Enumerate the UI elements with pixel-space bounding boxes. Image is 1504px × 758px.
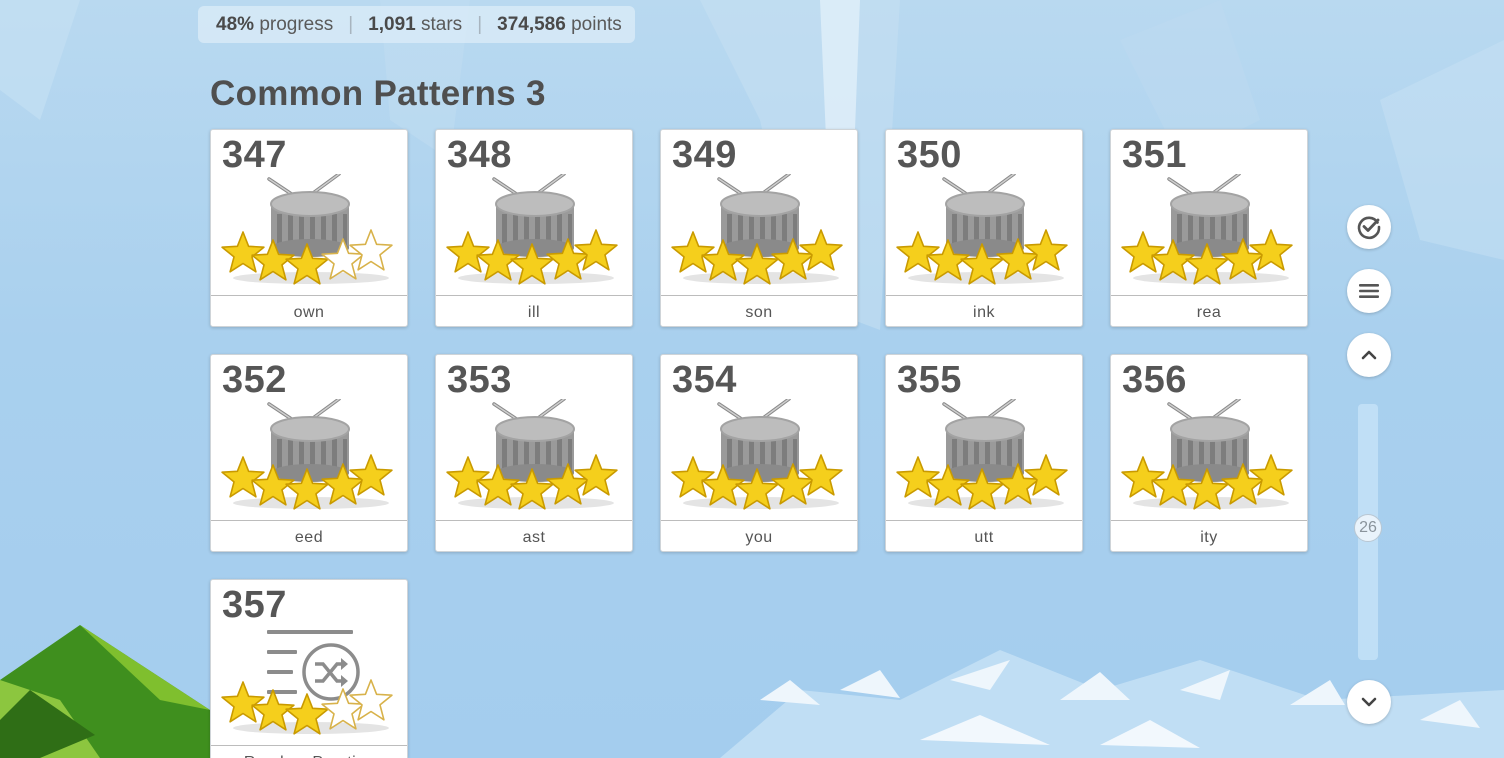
drum-icon	[671, 399, 843, 510]
progress-label: progress	[259, 13, 334, 35]
drum-icon	[671, 174, 843, 285]
lesson-label: son	[661, 295, 857, 326]
stats-bar: 48% progress | 1,091 stars | 374,586 poi…	[198, 6, 635, 43]
lesson-card[interactable]: 355 utt	[885, 354, 1083, 552]
lesson-label: own	[211, 295, 407, 326]
lesson-number: 350	[897, 134, 962, 176]
star-filled-icon	[1249, 454, 1293, 496]
drum-icon	[1121, 174, 1293, 285]
chevron-down-icon	[1361, 697, 1377, 707]
lesson-label: utt	[886, 520, 1082, 551]
drum-icon	[896, 174, 1068, 285]
shuffle-list-icon	[221, 630, 393, 735]
star-empty-icon	[349, 679, 393, 721]
lesson-number: 357	[222, 584, 287, 626]
star-filled-icon	[1121, 231, 1165, 273]
lesson-card[interactable]: 357 Random Practice	[210, 579, 408, 758]
chevron-up-icon	[1361, 350, 1377, 360]
star-filled-icon	[1024, 454, 1068, 496]
drum-icon	[221, 399, 393, 510]
star-filled-icon	[671, 231, 715, 273]
star-filled-icon	[574, 229, 618, 271]
star-filled-icon	[446, 456, 490, 498]
scroll-up-button[interactable]	[1347, 333, 1391, 377]
lesson-card[interactable]: 348 ill	[435, 129, 633, 327]
star-empty-icon	[349, 229, 393, 271]
divider: |	[348, 13, 354, 35]
lesson-label: Random Practice	[211, 745, 407, 758]
lesson-number: 351	[1122, 134, 1187, 176]
points-label: points	[571, 13, 622, 35]
lesson-number: 347	[222, 134, 287, 176]
check-circle-button[interactable]	[1347, 205, 1391, 249]
star-filled-icon	[446, 231, 490, 273]
lesson-card[interactable]: 353 ast	[435, 354, 633, 552]
star-filled-icon	[896, 231, 940, 273]
scroll-down-button[interactable]	[1347, 680, 1391, 724]
lesson-card[interactable]: 349 son	[660, 129, 858, 327]
lesson-label: ast	[436, 520, 632, 551]
stars-label: stars	[421, 13, 463, 35]
lesson-card[interactable]: 352 eed	[210, 354, 408, 552]
star-filled-icon	[1121, 456, 1165, 498]
star-filled-icon	[799, 454, 843, 496]
hamburger-menu-icon	[1359, 284, 1379, 298]
lesson-label: ity	[1111, 520, 1307, 551]
star-filled-icon	[1024, 229, 1068, 271]
drum-icon	[446, 399, 618, 510]
check-circle-icon	[1357, 216, 1381, 240]
drum-icon	[446, 174, 618, 285]
section-title: Common Patterns 3	[210, 74, 546, 113]
lesson-label: ink	[886, 295, 1082, 326]
lesson-label: rea	[1111, 295, 1307, 326]
progress-value: 48%	[216, 13, 255, 35]
lesson-card[interactable]: 354 you	[660, 354, 858, 552]
star-filled-icon	[574, 454, 618, 496]
drum-icon	[896, 399, 1068, 510]
lesson-number: 352	[222, 359, 287, 401]
lesson-number: 349	[672, 134, 737, 176]
drum-icon	[221, 174, 393, 285]
lesson-label: you	[661, 520, 857, 551]
lesson-card[interactable]: 347 own	[210, 129, 408, 327]
menu-button[interactable]	[1347, 269, 1391, 313]
lesson-card[interactable]: 351 rea	[1110, 129, 1308, 327]
divider: |	[477, 13, 483, 35]
star-filled-icon	[221, 456, 265, 498]
drum-icon	[1121, 399, 1293, 510]
scroll-position-handle[interactable]: 26	[1354, 514, 1382, 542]
lesson-number: 355	[897, 359, 962, 401]
lesson-number: 356	[1122, 359, 1187, 401]
star-filled-icon	[799, 229, 843, 271]
points-value: 374,586	[497, 13, 566, 35]
lesson-card[interactable]: 350 ink	[885, 129, 1083, 327]
lesson-label: eed	[211, 520, 407, 551]
star-filled-icon	[221, 231, 265, 273]
lesson-card[interactable]: 356 ity	[1110, 354, 1308, 552]
lesson-label: ill	[436, 295, 632, 326]
lesson-number: 354	[672, 359, 737, 401]
star-filled-icon	[671, 456, 715, 498]
lesson-number: 353	[447, 359, 512, 401]
star-filled-icon	[221, 681, 265, 723]
stars-value: 1,091	[368, 13, 416, 35]
lesson-number: 348	[447, 134, 512, 176]
star-filled-icon	[896, 456, 940, 498]
star-filled-icon	[349, 454, 393, 496]
star-filled-icon	[1249, 229, 1293, 271]
